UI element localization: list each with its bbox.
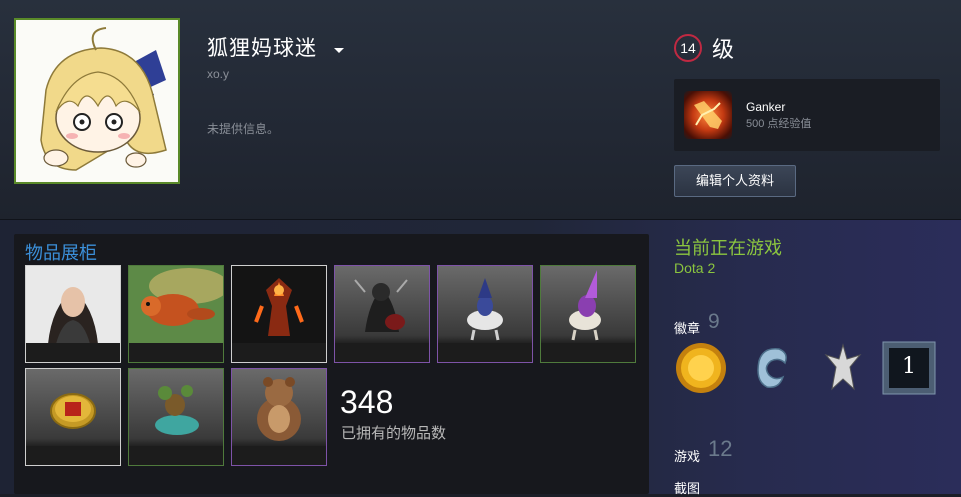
avatar-image bbox=[16, 20, 178, 182]
profile-summary: 未提供信息。 bbox=[207, 122, 280, 136]
wizard-rider-icon bbox=[467, 278, 503, 341]
avatar[interactable] bbox=[16, 20, 178, 182]
dota-coin-icon bbox=[50, 393, 96, 429]
showcase-item-fire-warrior[interactable] bbox=[231, 265, 327, 363]
edit-profile-button[interactable]: 编辑个人资料 bbox=[674, 165, 796, 197]
showcase-item-witch-rider[interactable] bbox=[540, 265, 636, 363]
profile-header: 狐狸妈球迷 xo.y 未提供信息。 14 级 Ganker 500 点经验值 编… bbox=[0, 0, 961, 219]
badges-count[interactable]: 9 bbox=[708, 310, 720, 334]
level-badge[interactable]: 14 bbox=[674, 34, 702, 62]
gold-coin-icon[interactable] bbox=[674, 341, 728, 395]
avatar-frame[interactable] bbox=[14, 18, 180, 184]
games-label[interactable]: 游戏 bbox=[674, 446, 700, 465]
ganker-badge-icon bbox=[684, 91, 732, 139]
showcase-item-red-panda[interactable] bbox=[128, 265, 224, 363]
witch-rider-icon bbox=[569, 270, 601, 341]
showcase-item-avatar-photo[interactable] bbox=[25, 265, 121, 363]
item-count-label: 已拥有的物品数 bbox=[341, 425, 447, 442]
skyrim-icon[interactable] bbox=[816, 341, 870, 395]
showcase-item-dota-coin[interactable] bbox=[25, 368, 121, 466]
now-playing-label: 当前正在游戏 bbox=[674, 238, 782, 258]
level-number: 14 bbox=[680, 40, 696, 56]
profile-content: 物品展柜 348 已拥有的物品数 当前正在游戏 Dota 2 徽章 9 1 游戏… bbox=[0, 219, 961, 497]
showcase-item-wizard-rider[interactable] bbox=[437, 265, 533, 363]
item-count: 348 bbox=[340, 384, 394, 420]
red-panda-icon bbox=[129, 266, 223, 344]
real-name: xo.y bbox=[207, 67, 230, 81]
bear-icon bbox=[257, 377, 301, 441]
goblin-rider-icon bbox=[155, 385, 199, 435]
dark-hero-icon bbox=[354, 279, 408, 332]
item-showcase: 物品展柜 348 已拥有的物品数 bbox=[14, 234, 649, 494]
persona-dropdown-caret-icon[interactable] bbox=[334, 48, 344, 53]
dragon-icon[interactable] bbox=[745, 341, 799, 395]
showcase-item-goblin-rider[interactable] bbox=[128, 368, 224, 466]
number-one-badge-text: 1 bbox=[902, 354, 916, 379]
featured-badge[interactable]: Ganker 500 点经验值 bbox=[674, 79, 940, 151]
now-playing-game[interactable]: Dota 2 bbox=[674, 260, 715, 276]
screenshots-label[interactable]: 截图 bbox=[674, 478, 700, 497]
portrait-photo-icon bbox=[26, 266, 120, 344]
persona-name[interactable]: 狐狸妈球迷 bbox=[207, 32, 317, 62]
level-suffix: 级 bbox=[712, 37, 735, 62]
showcase-item-bear[interactable] bbox=[231, 368, 327, 466]
badges-label[interactable]: 徽章 bbox=[674, 318, 700, 337]
featured-badge-xp: 500 点经验值 bbox=[746, 118, 812, 130]
showcase-title: 物品展柜 bbox=[25, 243, 97, 263]
games-count[interactable]: 12 bbox=[708, 436, 732, 462]
featured-badge-name: Ganker bbox=[746, 100, 786, 114]
fire-warrior-icon bbox=[232, 266, 326, 344]
number-one-icon[interactable]: 1 bbox=[882, 341, 936, 395]
showcase-item-dark-hero[interactable] bbox=[334, 265, 430, 363]
